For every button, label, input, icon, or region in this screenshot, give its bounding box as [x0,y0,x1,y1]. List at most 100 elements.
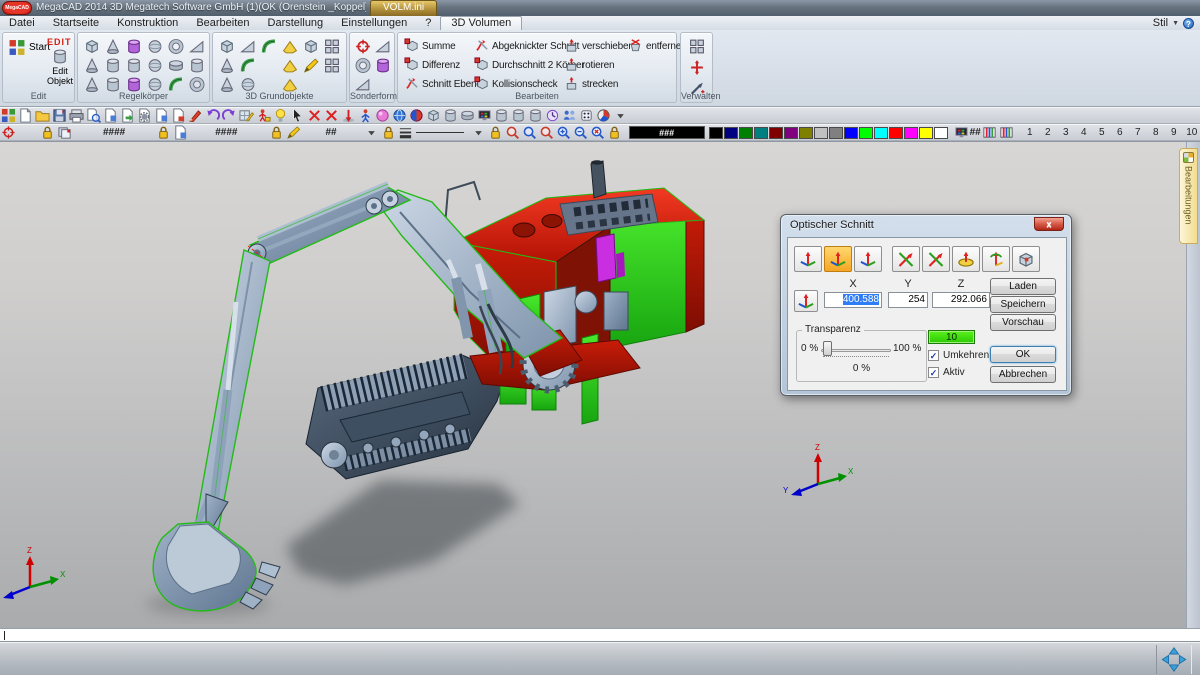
hatch-pattern-1-icon[interactable] [982,125,997,140]
edit-object-button[interactable]: Edit Objekt [43,66,77,86]
zoom-window-icon[interactable] [522,125,537,140]
section-plane-disc-icon[interactable] [956,250,976,269]
color-swatch[interactable] [919,127,933,139]
abbrechen-button[interactable]: Abbrechen [990,366,1056,383]
intersect-icon[interactable] [474,57,489,72]
save-file-icon[interactable] [52,108,67,123]
bottle-red-icon[interactable] [354,38,372,55]
pen-number-6[interactable]: 6 [1111,127,1129,138]
cylinder-2-icon[interactable] [188,57,206,74]
new-file-icon[interactable] [18,108,33,123]
pipe-bend-icon[interactable] [239,57,257,74]
box-extrude-icon[interactable] [218,38,236,55]
user-pair-icon[interactable] [562,108,577,123]
section-cube-button[interactable] [1012,246,1040,272]
wedge-gold-2-icon[interactable] [281,57,299,74]
prism-extrude-icon[interactable] [239,38,257,55]
y-value-field[interactable]: 254 [888,292,928,308]
zero-point-icon[interactable] [1,125,16,140]
difference-icon[interactable] [404,57,419,72]
section-y-axis-button[interactable] [824,246,852,272]
cylinder-purple-icon[interactable] [125,38,143,55]
document-tab[interactable]: VOLM.ini [370,0,437,16]
drawing-sheet-icon[interactable] [173,125,188,140]
file-close-icon[interactable] [171,108,186,123]
pen-number-5[interactable]: 5 [1093,127,1111,138]
speichern-button[interactable]: Speichern [990,296,1056,313]
eraser-icon[interactable] [188,108,203,123]
section-diagonal-1-icon[interactable] [896,250,916,269]
cone-tip-icon[interactable] [83,57,101,74]
menu-konstruktion[interactable]: Konstruktion [108,16,187,30]
sweep-red-icon[interactable] [260,38,278,55]
prism-tall-icon[interactable] [218,57,236,74]
section-z-axis-button[interactable] [854,246,882,272]
line-sample[interactable] [414,125,470,140]
import-file-icon[interactable] [103,108,118,123]
section-y-axis-icon[interactable] [828,250,848,269]
color-swatch[interactable] [814,127,828,139]
layer-lock-icon[interactable] [40,125,55,140]
section-diagonal-2-icon[interactable] [926,250,946,269]
color-pie-icon[interactable] [596,108,611,123]
menu-einstellungen[interactable]: Einstellungen [332,16,416,30]
torus-gray-icon[interactable] [354,57,372,74]
color-swatch[interactable] [769,127,783,139]
color-swatch[interactable] [859,127,873,139]
menu-darstellung[interactable]: Darstellung [259,16,333,30]
section-x-axis-button[interactable] [794,246,822,272]
trim-red-2-icon[interactable] [324,108,339,123]
box-icon[interactable] [83,38,101,55]
collision-icon[interactable] [474,76,489,91]
section-z-axis-icon[interactable] [858,250,878,269]
barrel-b-icon[interactable] [511,108,526,123]
z-value-field[interactable]: 292.066 [932,292,990,308]
more-dropdown-icon[interactable] [613,108,628,123]
monitor-icon[interactable] [477,108,492,123]
drawing-lock-icon[interactable] [156,125,171,140]
sphere-handles-icon[interactable] [146,38,164,55]
pan-control[interactable] [1156,645,1192,674]
color-swatch[interactable] [799,127,813,139]
summe-button[interactable]: Summe [404,37,482,56]
color-swatch[interactable] [844,127,858,139]
open-folder-icon[interactable] [35,108,50,123]
entfernen-button[interactable]: entfernen [628,37,686,56]
command-line[interactable] [0,628,1200,642]
pen-number-8[interactable]: 8 [1147,127,1165,138]
x-value-field[interactable]: 400.588 [824,292,882,308]
section-plane-disc-button[interactable] [952,246,980,272]
ellipsoid-icon[interactable] [167,57,185,74]
color-swatch[interactable] [934,127,948,139]
pen-number-9[interactable]: 9 [1165,127,1183,138]
print-icon[interactable] [69,108,84,123]
wave-purple-icon[interactable] [374,57,392,74]
move-icon[interactable] [564,38,579,53]
help-icon[interactable]: ? [1183,18,1194,29]
pen-number-3[interactable]: 3 [1057,127,1075,138]
section-diagonal-2-button[interactable] [922,246,950,272]
ball-red-blue-icon[interactable] [409,108,424,123]
remove-icon[interactable] [628,38,643,53]
color-swatch[interactable] [829,127,843,139]
stretch-icon[interactable] [564,76,579,91]
current-color[interactable]: ### [629,126,705,139]
menu-bearbeiten[interactable]: Bearbeiten [187,16,258,30]
disc-gray-icon[interactable] [460,108,475,123]
pen-edit-icon[interactable] [286,125,301,140]
color-swatch[interactable] [709,127,723,139]
sum-icon[interactable] [404,38,419,53]
color-lock-icon[interactable] [607,125,622,140]
zoom-out-icon[interactable] [573,125,588,140]
pen-lock-icon[interactable] [269,125,284,140]
ok-button[interactable]: OK [990,346,1056,363]
linewidth-lock-icon[interactable] [381,125,396,140]
section-rotate-icon[interactable] [986,250,1006,269]
print-preview-icon[interactable] [86,108,101,123]
zoom-previous-icon[interactable] [505,125,520,140]
zoom-redraw-icon[interactable] [590,125,605,140]
selection-arrow-icon[interactable] [290,108,305,123]
color-grid-icon[interactable] [1,108,16,123]
clock-purple-icon[interactable] [545,108,560,123]
aktiv-checkbox[interactable]: ✓ [928,367,939,378]
